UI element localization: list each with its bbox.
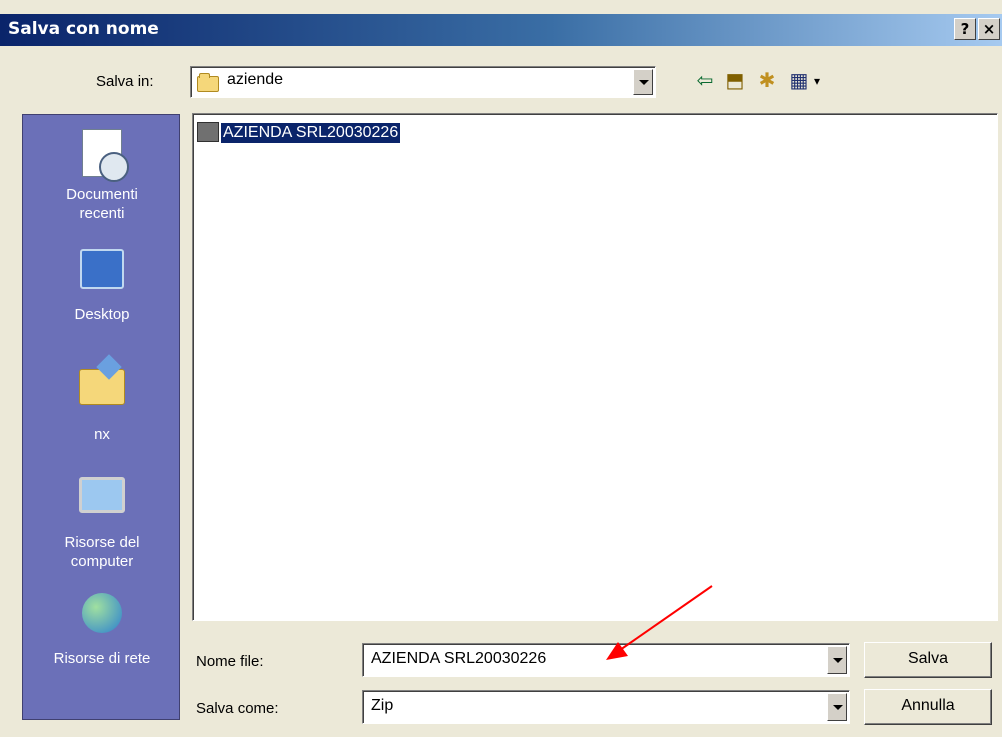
filename-input[interactable]: AZIENDA SRL20030226 bbox=[362, 643, 850, 677]
filetype-select[interactable]: Zip bbox=[362, 690, 850, 724]
save-in-dropdown-button[interactable] bbox=[633, 69, 653, 95]
place-desktop[interactable]: Desktop bbox=[23, 243, 181, 324]
place-label: Documenti recenti bbox=[66, 186, 138, 222]
place-label: Risorse di rete bbox=[53, 650, 151, 667]
file-list[interactable]: AZIENDA SRL20030226 bbox=[192, 113, 998, 621]
filename-label: Nome file: bbox=[196, 653, 264, 670]
save-in-combo[interactable]: aziende bbox=[190, 66, 656, 98]
view-menu-dropdown-icon[interactable]: ▾ bbox=[804, 68, 830, 94]
help-button[interactable]: ? bbox=[954, 18, 976, 40]
desktop-icon bbox=[76, 249, 128, 301]
filename-value: AZIENDA SRL20030226 bbox=[371, 650, 547, 667]
place-user-folder[interactable]: nx bbox=[23, 359, 181, 444]
close-button[interactable]: × bbox=[978, 18, 1000, 40]
user-folder-icon bbox=[76, 369, 128, 421]
save-in-label: Salva in: bbox=[96, 73, 154, 90]
place-label: Desktop bbox=[74, 306, 130, 323]
filename-dropdown-button[interactable] bbox=[827, 646, 847, 674]
places-bar: Documenti recenti Desktop nx Risorse del… bbox=[22, 114, 180, 720]
place-label: Risorse del computer bbox=[64, 534, 140, 570]
filetype-dropdown-button[interactable] bbox=[827, 693, 847, 721]
file-icon bbox=[197, 122, 219, 142]
file-name: AZIENDA SRL20030226 bbox=[219, 122, 402, 144]
filetype-value: Zip bbox=[371, 697, 394, 714]
folder-icon bbox=[197, 73, 219, 92]
save-in-value: aziende bbox=[227, 71, 284, 88]
place-my-computer[interactable]: Risorse del computer bbox=[23, 471, 181, 571]
filetype-label: Salva come: bbox=[196, 700, 279, 717]
place-recent-documents[interactable]: Documenti recenti bbox=[23, 129, 181, 223]
window-title: Salva con nome bbox=[8, 19, 159, 39]
place-network[interactable]: Risorse di rete bbox=[23, 587, 181, 668]
up-folder-icon[interactable]: ⬒ bbox=[722, 68, 748, 94]
title-bar: Salva con nome ? × bbox=[0, 14, 1002, 46]
network-places-icon bbox=[76, 593, 128, 645]
my-computer-icon bbox=[76, 477, 128, 529]
new-folder-icon[interactable]: ✱ bbox=[754, 68, 780, 94]
save-button[interactable]: Salva bbox=[864, 642, 992, 678]
back-arrow-icon[interactable]: ⇦ bbox=[692, 68, 718, 94]
place-label: nx bbox=[94, 426, 110, 443]
recent-documents-icon bbox=[76, 129, 129, 182]
cancel-button[interactable]: Annulla bbox=[864, 689, 992, 725]
save-as-dialog: Salva con nome ? × Salva in: aziende ⇦ ⬒… bbox=[0, 0, 1002, 737]
